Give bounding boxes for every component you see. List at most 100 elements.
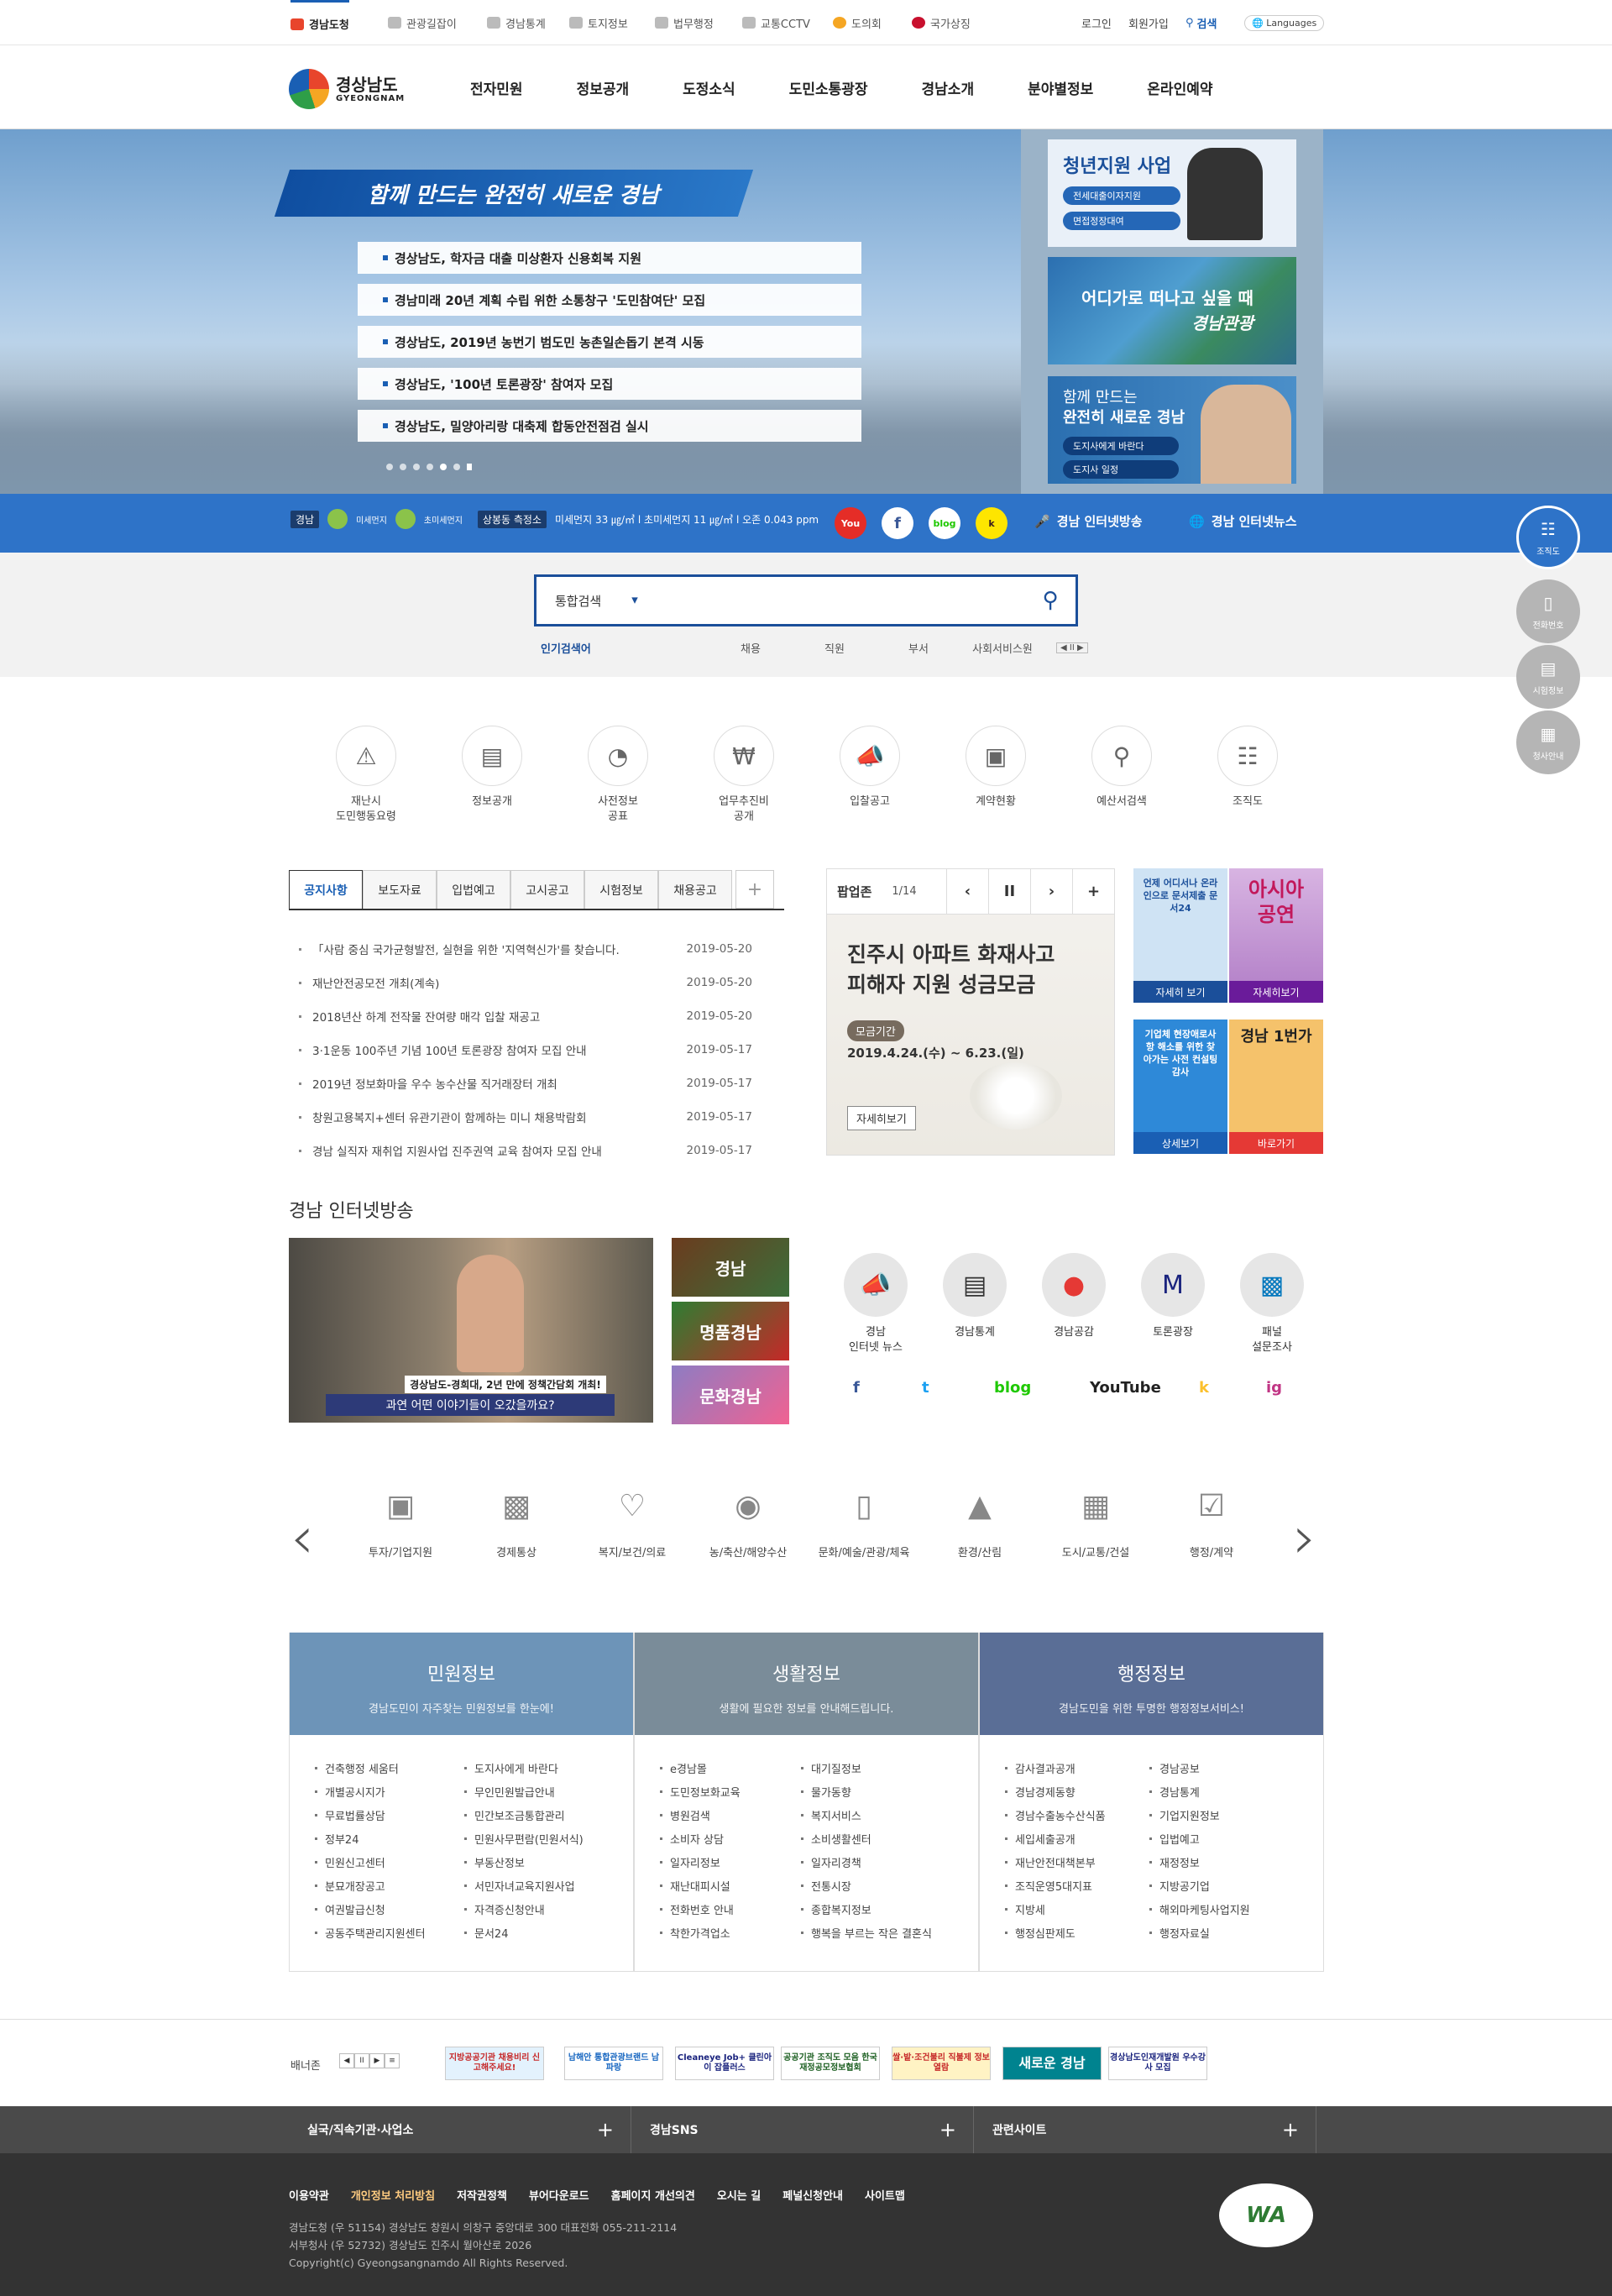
broadcast-thumb[interactable]: 문화경남 xyxy=(672,1366,789,1424)
life-link[interactable]: 전화번호 안내 xyxy=(658,1901,809,1925)
menu-civil[interactable]: 전자민원 xyxy=(470,77,523,98)
admin-link[interactable]: 감사결과공개 xyxy=(1003,1760,1154,1784)
partner-banner[interactable]: 남해안 통합관광브랜드 남파랑 xyxy=(564,2047,663,2080)
chevron-right-icon[interactable]: ▶ xyxy=(369,2053,385,2068)
facebook-icon[interactable]: f xyxy=(853,1379,860,1397)
broadcast-video[interactable]: 경상남도-경희대, 2년 만에 정책간담회 개최! 과연 어떤 이야기들이 오갔… xyxy=(289,1238,653,1423)
civil-link[interactable]: 무료법률상담 xyxy=(313,1807,464,1831)
notice-item[interactable]: 창원고용복지+센터 유관기관이 함께하는 미니 채용박람회 2019-05-17 xyxy=(289,1100,784,1134)
life-link[interactable]: 복지서비스 xyxy=(799,1807,976,1831)
civil-link[interactable]: 개별공시지가 xyxy=(313,1784,464,1807)
admin-link[interactable]: 행정자료실 xyxy=(1148,1925,1299,1948)
chevron-left-icon[interactable]: ‹ xyxy=(290,1503,314,1572)
hero-news-item[interactable]: 경상남도, 2019년 농번기 범도민 농촌일손돕기 본격 시동 xyxy=(358,326,861,358)
search-scope-select[interactable]: 통합검색 ▾ xyxy=(536,592,671,610)
admin-link[interactable]: 기업지원정보 xyxy=(1148,1807,1299,1831)
governor-btn-2[interactable]: 도지사 일정 xyxy=(1063,460,1179,479)
languages-button[interactable]: 🌐 Languages xyxy=(1244,0,1325,45)
civil-link[interactable]: 서민자녀교육지원사업 xyxy=(463,1878,614,1901)
performance-banner[interactable]: 아시아 공연 자세히보기 xyxy=(1229,868,1323,1003)
life-link[interactable]: 일자리정보 xyxy=(658,1854,809,1878)
internet-news-link[interactable]: 🌐 경남 인터넷뉴스 xyxy=(1189,512,1297,530)
affiliates-dropdown[interactable]: 실국/직속기관·사업소 + xyxy=(289,2106,631,2153)
admin-link[interactable]: 해외마케팅사업지원 xyxy=(1148,1901,1299,1925)
util-tab-land[interactable]: 토지정보 xyxy=(569,0,628,45)
internet-broadcast-link[interactable]: 🎤 경남 인터넷방송 xyxy=(1034,512,1143,530)
footer-link[interactable]: 저작권정책 xyxy=(457,2187,507,2203)
tourism-banner[interactable]: 어디가로 떠나고 싶을 때 경남관광 xyxy=(1048,257,1296,364)
footer-link[interactable]: 뷰어다운로드 xyxy=(529,2187,589,2203)
chevron-right-icon[interactable]: › xyxy=(1030,868,1072,915)
menu-about[interactable]: 경남소개 xyxy=(922,77,975,98)
menu-fields[interactable]: 분야별정보 xyxy=(1028,77,1093,98)
menu-info[interactable]: 정보공개 xyxy=(577,77,630,98)
admin-link[interactable]: 지방세 xyxy=(1003,1901,1154,1925)
admin-link[interactable]: 재정정보 xyxy=(1148,1854,1299,1878)
life-link[interactable]: 도민정보화교육 xyxy=(658,1784,809,1807)
hero-news-item[interactable]: 경남미래 20년 계획 수립 위한 소통창구 '도민참여단' 모집 xyxy=(358,284,861,316)
broadcast-thumb[interactable]: 명품경남 xyxy=(672,1302,789,1360)
web-accessibility-mark[interactable]: WA xyxy=(1219,2183,1313,2247)
login-link[interactable]: 로그인 xyxy=(1081,0,1112,45)
kakao-icon[interactable]: k xyxy=(976,507,1008,539)
notice-item[interactable]: 2018년산 하계 전작물 잔여량 매각 입찰 재공고 2019-05-20 xyxy=(289,999,784,1033)
float-building[interactable]: ▦ 청사안내 xyxy=(1516,710,1580,774)
field-culture[interactable]: ▯ 문화/예술/관광/체육 xyxy=(809,1480,919,1560)
footer-link[interactable]: 페널신청안내 xyxy=(782,2187,843,2203)
related-sites-dropdown[interactable]: 관련사이트 + xyxy=(974,2106,1316,2153)
life-link[interactable]: 일자리경책 xyxy=(799,1854,976,1878)
page-dot[interactable] xyxy=(413,464,420,470)
blog-icon[interactable]: blog xyxy=(929,507,960,539)
partner-banner[interactable]: 지방공공기관 채용비리 신고해주세요! xyxy=(445,2047,544,2080)
search-button[interactable]: ⚲ xyxy=(1025,588,1076,613)
blog-icon[interactable]: blog xyxy=(994,1379,1031,1397)
site-logo[interactable]: 경상남도 GYEONGNAM xyxy=(289,69,405,109)
youtube-icon[interactable]: You xyxy=(835,507,866,539)
channel-empathy[interactable]: ● 경남공감 xyxy=(1028,1253,1120,1340)
life-link[interactable]: 전통시장 xyxy=(799,1878,976,1901)
page-dot[interactable] xyxy=(386,464,393,470)
consulting-banner[interactable]: 기업체 현장애로사항 해소를 위한 찾아가는 사전 컨설팅감사 상세보기 xyxy=(1133,1020,1227,1154)
youth-btn-1[interactable]: 전세대출이자지원 xyxy=(1063,186,1180,205)
partner-banner[interactable]: 경상남도인재개발원 우수강사 모집 xyxy=(1108,2047,1207,2080)
life-link[interactable]: 대기질정보 xyxy=(799,1760,976,1784)
util-tab-stats[interactable]: 경남통계 xyxy=(487,0,546,45)
footer-link[interactable]: 이용약관 xyxy=(289,2187,329,2203)
chevron-left-icon[interactable]: ‹ xyxy=(946,868,988,915)
tab-exam[interactable]: 시험정보 xyxy=(584,870,658,909)
util-tab-gyeongnam[interactable]: 경남도청 xyxy=(290,0,349,45)
instagram-icon[interactable]: ig xyxy=(1266,1379,1282,1397)
field-agriculture[interactable]: ◉ 농/축산/해양수산 xyxy=(693,1480,803,1560)
admin-link[interactable]: 경남수출농수산식품 xyxy=(1003,1807,1154,1831)
join-link[interactable]: 회원가입 xyxy=(1128,0,1169,45)
civil-link[interactable]: 여권발급신청 xyxy=(313,1901,464,1925)
float-exam[interactable]: ▤ 시험정보 xyxy=(1516,645,1580,709)
admin-link[interactable]: 입법예고 xyxy=(1148,1831,1299,1854)
youth-btn-2[interactable]: 면접정장대여 xyxy=(1063,212,1180,230)
page-dot[interactable] xyxy=(427,464,433,470)
footer-link[interactable]: 개인정보 처리방침 xyxy=(351,2187,435,2203)
util-tab-law[interactable]: 법무행정 xyxy=(655,0,714,45)
menu-communication[interactable]: 도민소통광장 xyxy=(789,77,868,98)
pause-icon[interactable]: II xyxy=(988,868,1030,915)
channel-survey[interactable]: ▩ 패널 설문조사 xyxy=(1226,1253,1318,1355)
quick-contract[interactable]: ▣ 계약현황 xyxy=(937,726,1055,810)
util-tab-cctv[interactable]: 교통CCTV xyxy=(742,0,810,45)
page-dot[interactable] xyxy=(453,464,460,470)
partner-banner[interactable]: 쌀·밭·조건불리 직불제 정보열람 xyxy=(892,2047,991,2080)
admin-link[interactable]: 지방공기업 xyxy=(1148,1878,1299,1901)
keyword-pager[interactable]: ◀ II ▶ xyxy=(1056,642,1088,653)
broadcast-thumb[interactable]: 경남 xyxy=(672,1238,789,1297)
search-input[interactable] xyxy=(671,584,1025,617)
admin-link[interactable]: 재난안전대책본부 xyxy=(1003,1854,1154,1878)
footer-link[interactable]: 오시는 길 xyxy=(717,2187,761,2203)
partner-banner[interactable]: 공공기관 조직도 모음 한국재정공모정보협회 xyxy=(781,2047,880,2080)
notice-item[interactable]: 재난안전공모전 개최(계속) 2019-05-20 xyxy=(289,966,784,999)
footer-link[interactable]: 사이트맵 xyxy=(865,2187,905,2203)
admin-link[interactable]: 경남공보 xyxy=(1148,1760,1299,1784)
civil-link[interactable]: 민간보조금통합관리 xyxy=(463,1807,614,1831)
float-org-chart[interactable]: ☷ 조직도 xyxy=(1516,506,1580,569)
civil-link[interactable]: 자격증신청안내 xyxy=(463,1901,614,1925)
field-welfare[interactable]: ♡ 복지/보건/의료 xyxy=(578,1480,687,1560)
admin-link[interactable]: 행정심판제도 xyxy=(1003,1925,1154,1948)
